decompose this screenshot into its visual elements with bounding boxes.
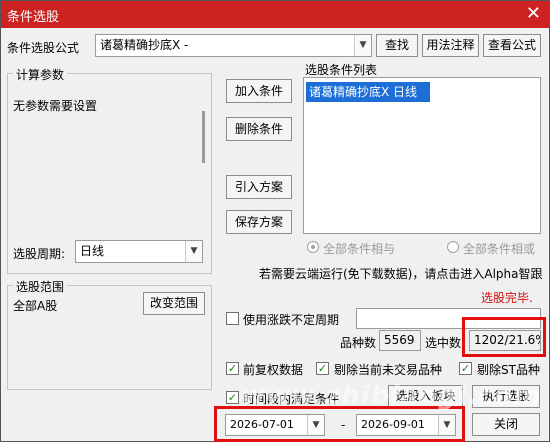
window-title: 条件选股 [7, 10, 60, 25]
exclude-st-checkbox[interactable]: ✓ [459, 362, 472, 375]
close-icon[interactable]: ✕ [526, 3, 541, 24]
cloud-note[interactable]: 若需要云端运行(免下载数据)，请点击进入Alpha智跟 [259, 265, 542, 282]
radio-all-and-label: 全部条件相与 [323, 242, 396, 256]
formula-select-value: 诸葛精确抄底X - [100, 38, 189, 52]
params-text: 无参数需要设置 [13, 99, 98, 113]
save-plan-button[interactable]: 保存方案 [226, 210, 292, 234]
conditions-label: 选股条件列表 [305, 63, 378, 77]
forward-adjust-checkbox[interactable]: ✓ [226, 362, 239, 375]
radio-all-and[interactable] [307, 241, 319, 253]
find-button[interactable]: 查找 [376, 34, 418, 57]
remove-condition-button[interactable]: 删除条件 [226, 117, 292, 141]
exclude-untraded-label: 剔除当前未交易品种 [334, 363, 443, 377]
title-bar: 条件选股 ✕ [1, 1, 549, 28]
uncertain-period-label: 使用涨跌不定周期 [243, 313, 340, 327]
range-group-label: 选股范围 [13, 278, 68, 295]
list-item[interactable]: 诸葛精确抄底X 日线 [306, 82, 430, 102]
period-select-value: 日线 [80, 244, 105, 258]
date-highlight-box [214, 406, 465, 442]
exclude-st-label: 剔除ST品种 [477, 363, 540, 377]
params-scrollbar[interactable] [202, 111, 205, 163]
selected-label: 选中数 [425, 336, 462, 350]
condition-stock-window: 条件选股 ✕ 条件选股公式 诸葛精确抄底X - ▼ 查找 用法注释 查看公式 计… [0, 0, 550, 442]
chevron-down-icon[interactable]: ▼ [354, 35, 371, 56]
add-condition-button[interactable]: 加入条件 [226, 79, 292, 103]
view-formula-button[interactable]: 查看公式 [483, 34, 541, 57]
radio-all-or[interactable] [447, 241, 459, 253]
uncertain-period-checkbox[interactable] [226, 312, 239, 325]
count-label: 品种数 [340, 336, 377, 350]
close-button[interactable]: 关闭 [472, 413, 540, 436]
watermark-text: www.zhibiaogi.com [241, 381, 542, 411]
period-select[interactable]: 日线 ▼ [75, 240, 203, 263]
radio-all-or-label: 全部条件相或 [463, 242, 536, 256]
status-text: 选股完毕. [481, 291, 533, 305]
count-value: 5569 [379, 330, 421, 351]
formula-select[interactable]: 诸葛精确抄底X - ▼ [95, 34, 372, 57]
selected-highlight-box [462, 317, 546, 357]
import-plan-button[interactable]: 引入方案 [226, 175, 292, 199]
params-group-label: 计算参数 [13, 66, 68, 83]
conditions-list[interactable]: 诸葛精确抄底X 日线 [303, 77, 541, 234]
change-range-button[interactable]: 改变范围 [143, 292, 205, 315]
forward-adjust-label: 前复权数据 [243, 363, 304, 377]
exclude-untraded-checkbox[interactable]: ✓ [316, 362, 329, 375]
formula-label: 条件选股公式 [7, 41, 80, 55]
usage-notes-button[interactable]: 用法注释 [422, 34, 479, 57]
chevron-down-icon[interactable]: ▼ [185, 241, 202, 262]
period-label: 选股周期: [13, 247, 66, 261]
time-period-checkbox[interactable]: ✓ [226, 391, 239, 404]
range-value: 全部A股 [13, 299, 58, 313]
